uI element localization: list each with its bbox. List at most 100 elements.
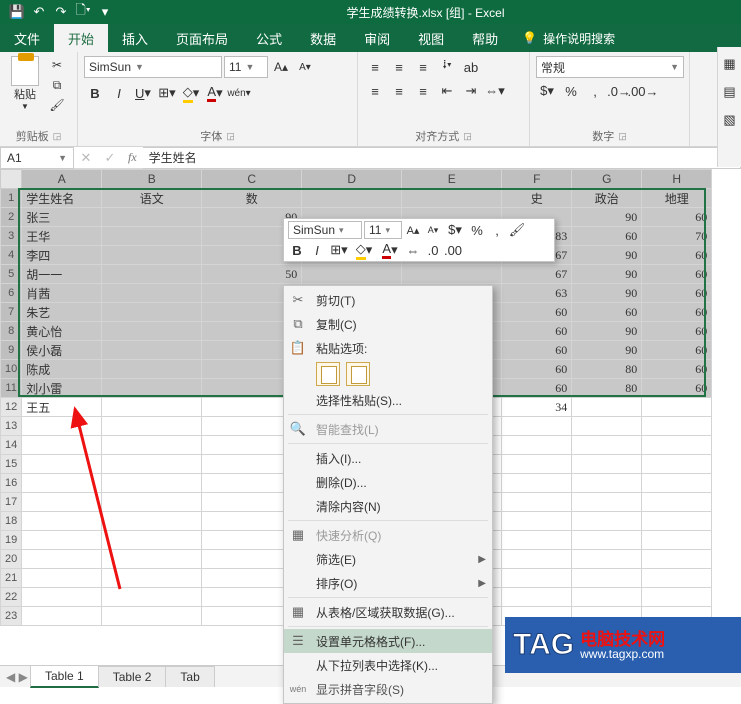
ctx-format-cells[interactable]: ☰设置单元格格式(F)... <box>284 629 492 653</box>
cell[interactable]: 60 <box>502 341 572 360</box>
cell[interactable]: 60 <box>642 208 712 227</box>
cell[interactable] <box>572 474 642 493</box>
cell[interactable]: 63 <box>502 284 572 303</box>
mini-grow-font-icon[interactable]: A▴ <box>404 221 422 239</box>
row-header[interactable]: 23 <box>1 607 22 626</box>
copy-icon[interactable]: ⧉ <box>48 76 66 94</box>
cell[interactable]: 60 <box>502 303 572 322</box>
cell[interactable]: 60 <box>642 303 712 322</box>
ctx-from-table[interactable]: ▦从表格/区域获取数据(G)... <box>284 600 492 624</box>
cell[interactable] <box>642 474 712 493</box>
cell[interactable]: 90 <box>572 341 642 360</box>
tab-formulas[interactable]: 公式 <box>242 24 296 52</box>
cell[interactable] <box>572 493 642 512</box>
cell[interactable]: 王华 <box>22 227 102 246</box>
cell[interactable]: 60 <box>642 265 712 284</box>
cell[interactable]: 90 <box>572 246 642 265</box>
cell[interactable]: 67 <box>502 265 572 284</box>
font-color-button[interactable]: A▾ <box>204 82 226 104</box>
cell[interactable]: 50 <box>202 265 302 284</box>
cell[interactable] <box>102 208 202 227</box>
bold-button[interactable]: B <box>84 82 106 104</box>
cell[interactable]: 60 <box>642 284 712 303</box>
align-right-icon[interactable]: ≡ <box>412 80 434 102</box>
cell[interactable] <box>572 398 642 417</box>
mini-dec-dec-icon[interactable]: .00 <box>444 241 462 259</box>
font-size-combo[interactable]: 11▼ <box>224 56 268 78</box>
cell[interactable] <box>642 417 712 436</box>
cell[interactable] <box>102 360 202 379</box>
cell[interactable]: 黄心怡 <box>22 322 102 341</box>
mini-accounting-icon[interactable]: $▾ <box>444 221 466 239</box>
cell[interactable]: 60 <box>642 360 712 379</box>
paste-option-values[interactable] <box>346 362 370 386</box>
tab-file[interactable]: 文件 <box>0 24 54 52</box>
cell[interactable] <box>502 588 572 607</box>
cell[interactable] <box>642 493 712 512</box>
sheet-nav-icon[interactable]: ◀ ▶ <box>6 670 28 684</box>
cell[interactable] <box>642 531 712 550</box>
cell[interactable] <box>572 417 642 436</box>
sheet-tab-3[interactable]: Tab <box>165 666 214 687</box>
row-header[interactable]: 10 <box>1 360 22 379</box>
italic-button[interactable]: I <box>108 82 130 104</box>
ctx-filter[interactable]: 筛选(E)▶ <box>284 547 492 571</box>
col-header[interactable]: F <box>502 170 572 189</box>
cell[interactable] <box>572 588 642 607</box>
paste-option-default[interactable] <box>316 362 340 386</box>
cell[interactable]: 60 <box>642 322 712 341</box>
number-format-combo[interactable]: 常规▼ <box>536 56 684 78</box>
cell[interactable] <box>572 531 642 550</box>
enter-formula-icon[interactable]: ✓ <box>98 147 122 169</box>
cell[interactable] <box>102 227 202 246</box>
cell[interactable] <box>572 569 642 588</box>
row-header[interactable]: 8 <box>1 322 22 341</box>
percent-format-icon[interactable]: % <box>560 80 582 102</box>
number-launcher-icon[interactable]: ◲ <box>618 131 627 142</box>
row-header[interactable]: 22 <box>1 588 22 607</box>
cell[interactable]: 60 <box>642 246 712 265</box>
cell[interactable]: 80 <box>572 360 642 379</box>
cell[interactable]: 60 <box>502 360 572 379</box>
cell[interactable]: 数 <box>202 189 302 208</box>
cond-format-icon[interactable]: ▦ <box>719 53 741 75</box>
orientation-icon[interactable]: ⭭▾ <box>436 56 458 78</box>
align-center-icon[interactable]: ≡ <box>388 80 410 102</box>
align-middle-icon[interactable]: ≡ <box>388 56 410 78</box>
cell[interactable]: 侯小磊 <box>22 341 102 360</box>
sheet-tab-1[interactable]: Table 1 <box>30 665 99 688</box>
qat-customize-icon[interactable]: ▾ <box>94 2 116 22</box>
increase-indent-icon[interactable]: ⇥ <box>460 80 482 102</box>
cell[interactable] <box>572 512 642 531</box>
row-header[interactable]: 2 <box>1 208 22 227</box>
tab-help[interactable]: 帮助 <box>458 24 512 52</box>
fill-color-button[interactable]: ◇▾ <box>180 82 202 104</box>
row-header[interactable]: 5 <box>1 265 22 284</box>
cell[interactable]: 60 <box>502 322 572 341</box>
mini-shrink-font-icon[interactable]: A▾ <box>424 221 442 239</box>
format-painter-icon[interactable]: 🖌 <box>48 96 66 114</box>
mini-inc-dec-icon[interactable]: .0 <box>424 241 442 259</box>
cell[interactable] <box>102 322 202 341</box>
cell[interactable] <box>102 246 202 265</box>
merge-center-icon[interactable]: ⇔▾ <box>484 80 506 102</box>
cell[interactable] <box>402 265 502 284</box>
cell[interactable] <box>502 569 572 588</box>
row-header[interactable]: 1 <box>1 189 22 208</box>
row-header[interactable]: 3 <box>1 227 22 246</box>
formula-bar[interactable]: 学生姓名 <box>143 147 741 169</box>
cell[interactable] <box>502 417 572 436</box>
cell[interactable] <box>572 436 642 455</box>
cell[interactable] <box>572 455 642 474</box>
cell[interactable] <box>102 341 202 360</box>
cell[interactable] <box>502 436 572 455</box>
ctx-pick-from-dropdown[interactable]: 从下拉列表中选择(K)... <box>284 653 492 677</box>
col-header[interactable]: A <box>22 170 102 189</box>
decrease-decimal-icon[interactable]: .00→ <box>632 80 654 102</box>
cell[interactable]: 肖茜 <box>22 284 102 303</box>
cell[interactable] <box>642 436 712 455</box>
cancel-formula-icon[interactable]: ✕ <box>74 147 98 169</box>
tab-view[interactable]: 视图 <box>404 24 458 52</box>
col-header[interactable]: D <box>302 170 402 189</box>
cell[interactable] <box>102 303 202 322</box>
